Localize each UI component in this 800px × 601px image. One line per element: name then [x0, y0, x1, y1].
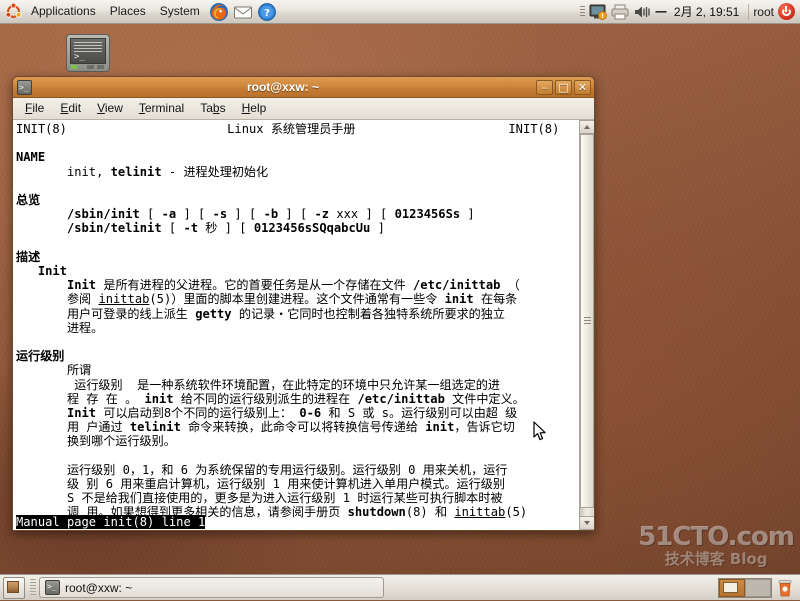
close-button[interactable]: ✕ — [574, 79, 591, 95]
scrollbar-track[interactable] — [580, 134, 594, 516]
svg-text:?: ? — [264, 8, 270, 19]
terminal-icon[interactable] — [17, 79, 32, 95]
scrollbar-grip — [584, 317, 591, 326]
close-icon: ✕ — [577, 80, 588, 94]
top-panel: Applications Places System ? ! 2月 2, 19:… — [0, 0, 800, 24]
desktop-icon-terminal[interactable] — [66, 34, 112, 76]
menu-edit[interactable]: Edit — [52, 99, 89, 118]
terminal-window[interactable]: root@xxw: ~ – □ ✕ File Edit View Termina… — [12, 76, 595, 531]
menu-view-rest: iew — [104, 101, 123, 115]
workspace-2[interactable] — [745, 578, 771, 597]
input-method-icon[interactable] — [654, 3, 668, 21]
show-desktop-icon[interactable] — [3, 576, 25, 599]
menu-terminal[interactable]: Terminal — [131, 99, 192, 118]
svg-text:!: ! — [601, 12, 604, 20]
network-monitor-icon[interactable]: ! — [588, 3, 608, 21]
task-button-label: root@xxw: ~ — [65, 580, 133, 595]
maximize-button[interactable]: □ — [555, 79, 572, 95]
terminal-scrollbar[interactable] — [579, 120, 594, 530]
menu-tabs-rest: s — [219, 101, 226, 115]
window-list: root@xxw: ~ — [39, 577, 718, 599]
terminal-body[interactable]: INIT(8) Linux 系统管理员手册 INIT(8) NAME init,… — [13, 120, 594, 530]
mail-icon[interactable] — [232, 1, 254, 23]
minimize-icon: – — [541, 80, 548, 94]
scroll-up-icon[interactable] — [580, 120, 594, 134]
power-icon[interactable] — [778, 3, 795, 20]
scroll-down-icon[interactable] — [580, 516, 594, 530]
clock[interactable]: 2月 2, 19:51 — [669, 3, 744, 20]
bottom-panel: root@xxw: ~ — [0, 574, 800, 600]
volume-icon[interactable] — [632, 3, 652, 21]
trash-icon[interactable] — [776, 578, 794, 598]
terminal-icon-led — [71, 65, 77, 69]
panel-separator — [748, 3, 750, 20]
menu-help-rest: elp — [250, 101, 267, 115]
workspace-switcher[interactable] — [718, 577, 772, 598]
menu-help[interactable]: Help — [234, 99, 275, 118]
menu-terminal-rest: erminal — [144, 101, 185, 115]
terminal-title-bar[interactable]: root@xxw: ~ – □ ✕ — [13, 77, 594, 98]
panel-grip-icon[interactable] — [30, 578, 36, 597]
help-icon[interactable]: ? — [256, 1, 278, 23]
menu-system[interactable]: System — [153, 2, 207, 21]
minimize-button[interactable]: – — [536, 79, 553, 95]
printer-icon[interactable] — [610, 3, 630, 21]
terminal-icon-lines — [74, 42, 102, 54]
terminal-menu-bar: File Edit View Terminal Tabs Help — [13, 98, 594, 120]
menu-applications[interactable]: Applications — [24, 2, 103, 21]
scrollbar-thumb[interactable] — [580, 134, 594, 509]
task-button-terminal[interactable]: root@xxw: ~ — [39, 577, 384, 598]
ubuntu-logo-icon[interactable] — [5, 2, 22, 20]
user-indicator[interactable]: root — [753, 5, 778, 19]
terminal-text-output[interactable]: INIT(8) Linux 系统管理员手册 INIT(8) NAME init,… — [13, 120, 579, 530]
panel-grip-icon[interactable] — [578, 3, 586, 21]
menu-places[interactable]: Places — [103, 2, 153, 21]
menu-view[interactable]: View — [89, 99, 131, 118]
firefox-icon[interactable] — [208, 1, 230, 23]
menu-tabs[interactable]: Tabs — [192, 99, 233, 118]
terminal-icon — [66, 34, 110, 72]
workspace-1[interactable] — [719, 578, 745, 597]
menu-file[interactable]: File — [17, 99, 52, 118]
terminal-window-title: root@xxw: ~ — [246, 80, 320, 94]
menu-edit-rest: dit — [68, 101, 82, 115]
terminal-icon-screen — [70, 38, 106, 64]
maximize-icon: □ — [558, 80, 569, 94]
terminal-icon-buttons — [87, 65, 105, 69]
menu-file-rest: ile — [32, 101, 45, 115]
terminal-icon — [45, 580, 60, 595]
terminal-status-line: Manual page init(8) line 1 — [16, 514, 206, 529]
